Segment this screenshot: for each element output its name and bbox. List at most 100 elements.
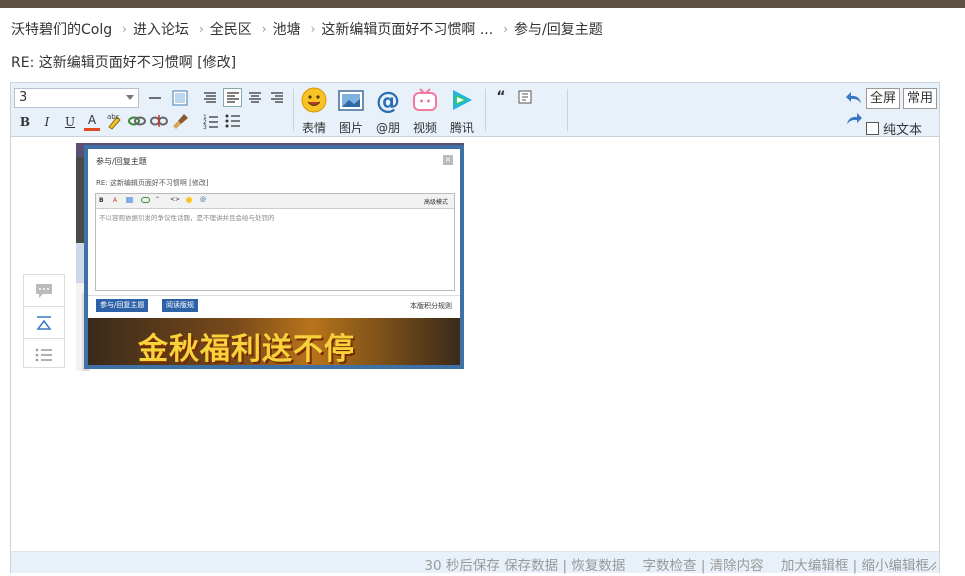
dialog-subject: RE: 这新编辑页面好不习惯啊 [修改] bbox=[96, 179, 209, 187]
breadcrumb-separator: › bbox=[261, 22, 267, 36]
svg-text:3: 3 bbox=[203, 124, 207, 129]
mention-label: @朋 bbox=[375, 121, 400, 135]
brush-icon bbox=[173, 114, 188, 129]
link-icon bbox=[128, 116, 146, 126]
align-left-button[interactable] bbox=[202, 90, 218, 106]
toolbar-divider bbox=[293, 89, 294, 131]
align-justify-icon bbox=[249, 92, 261, 103]
back-to-top-tool[interactable] bbox=[24, 307, 64, 339]
align-left-icon bbox=[204, 92, 216, 103]
tv-icon bbox=[413, 88, 437, 111]
resize-grip-icon[interactable] bbox=[927, 561, 937, 571]
dialog-smiley-icon bbox=[186, 197, 192, 203]
code-button[interactable] bbox=[517, 89, 533, 105]
dialog-points-rules-link: 本版积分规则 bbox=[410, 302, 452, 310]
mention-button[interactable]: @ @朋 bbox=[371, 87, 405, 135]
restore-data-link[interactable]: 恢复数据 bbox=[571, 558, 625, 574]
post-subject: RE: 这新编辑页面好不习惯啊 [修改] bbox=[11, 55, 237, 71]
clear-content-link[interactable]: 清除内容 bbox=[710, 558, 764, 574]
unlink-button[interactable] bbox=[150, 112, 168, 130]
align-right-button[interactable] bbox=[269, 90, 285, 106]
editor-status-bar: 30 秒后保存 保存数据 | 恢复数据 字数检查 | 清除内容 加大编辑框 | … bbox=[11, 551, 939, 574]
breadcrumb-thread[interactable]: 这新编辑页面好不习惯啊 ... bbox=[321, 19, 493, 39]
breadcrumb-separator: › bbox=[198, 22, 204, 36]
align-right-icon bbox=[271, 92, 283, 103]
breadcrumb-home[interactable]: 沃特碧们的Colg bbox=[11, 19, 112, 39]
dialog-advanced-link: 高级模式 bbox=[423, 199, 448, 206]
word-count-link[interactable]: 字数检查 bbox=[643, 558, 697, 574]
tencent-video-button[interactable]: 腾讯 bbox=[445, 87, 479, 135]
plain-text-checkbox[interactable] bbox=[866, 122, 879, 135]
align-justify-button[interactable] bbox=[247, 90, 263, 106]
quote-button[interactable]: “ bbox=[493, 89, 509, 105]
dialog-title: 参与/回复主题 bbox=[96, 157, 147, 166]
plain-text-toggle[interactable]: 纯文本 bbox=[866, 119, 922, 138]
breadcrumb-board[interactable]: 池塘 bbox=[273, 19, 301, 39]
common-button[interactable]: 常用 bbox=[903, 88, 938, 109]
smiley-label: 表情 bbox=[301, 121, 326, 135]
undo-icon bbox=[846, 92, 861, 103]
plain-text-label: 纯文本 bbox=[883, 123, 923, 138]
chevron-down-icon bbox=[126, 95, 134, 100]
image-button[interactable]: 图片 bbox=[334, 87, 368, 135]
insert-link-button[interactable] bbox=[128, 112, 146, 130]
breadcrumb-forum[interactable]: 进入论坛 bbox=[133, 19, 189, 39]
toolbar-divider bbox=[485, 89, 486, 131]
status-separator: | bbox=[562, 558, 568, 574]
unordered-list-icon bbox=[225, 114, 240, 128]
table-icon bbox=[172, 90, 188, 106]
top-bar bbox=[0, 0, 965, 8]
breadcrumb-zone[interactable]: 全民区 bbox=[210, 19, 252, 39]
enlarge-editor-link[interactable]: 加大编辑框 bbox=[781, 558, 849, 574]
autosave-countdown: 30 秒后保存 bbox=[424, 558, 500, 574]
banner-text: 金秋福利送不停 bbox=[138, 332, 355, 365]
align-center-button[interactable] bbox=[223, 88, 242, 107]
clear-format-button[interactable] bbox=[172, 111, 190, 131]
redo-icon bbox=[847, 113, 862, 124]
svg-text:@: @ bbox=[376, 87, 400, 113]
font-size-select[interactable]: 3 bbox=[14, 88, 139, 108]
editor-content-area[interactable]: 参与/回复主题 × RE: 这新编辑页面好不习惯啊 [修改] B A “ <> … bbox=[11, 137, 939, 551]
dialog-quote-icon: “ bbox=[156, 196, 160, 203]
underline-button[interactable]: U bbox=[62, 113, 78, 131]
spellcheck-button[interactable]: abc bbox=[106, 112, 124, 130]
save-data-link[interactable]: 保存数据 bbox=[504, 558, 558, 574]
align-center-icon bbox=[226, 91, 239, 103]
back-to-top-icon bbox=[36, 315, 52, 330]
comment-icon bbox=[36, 283, 52, 298]
italic-button[interactable]: I bbox=[39, 113, 55, 131]
dialog-editor: B A “ <> @ 高级模式 不以容观依据引发的争议性话题，是不理讲并且会给与… bbox=[95, 193, 455, 291]
dialog-promo-banner: 金秋福利送不停 bbox=[88, 318, 460, 365]
highlighter-icon: abc bbox=[107, 113, 121, 130]
breadcrumb-current: 参与/回复主题 bbox=[514, 22, 603, 38]
dialog-image-icon bbox=[126, 197, 133, 203]
shrink-editor-link[interactable]: 缩小编辑框 bbox=[862, 558, 930, 574]
table-button[interactable] bbox=[171, 89, 189, 107]
dialog-divider bbox=[88, 295, 460, 296]
dialog-placeholder: 不以容观依据引发的争议性话题，是不理讲并且会给与处罚的 bbox=[99, 214, 275, 222]
unordered-list-button[interactable] bbox=[224, 112, 242, 130]
video-button[interactable]: 视频 bbox=[408, 87, 442, 135]
horizontal-rule-button[interactable] bbox=[147, 90, 163, 106]
comment-tool[interactable] bbox=[24, 275, 64, 307]
code-block-icon bbox=[518, 90, 532, 104]
svg-text:abc: abc bbox=[107, 113, 120, 121]
horizontal-rule-icon bbox=[149, 97, 161, 99]
ordered-list-button[interactable]: 123 bbox=[202, 112, 220, 130]
dialog-at-icon: @ bbox=[200, 196, 206, 203]
dialog-code-icon: <> bbox=[170, 196, 181, 203]
redo-button[interactable] bbox=[845, 111, 863, 127]
close-icon: × bbox=[443, 155, 453, 165]
status-separator: | bbox=[852, 558, 858, 574]
undo-button[interactable] bbox=[845, 90, 863, 106]
font-color-button[interactable]: A bbox=[84, 111, 100, 131]
dialog-toolbar: B A “ <> @ 高级模式 bbox=[96, 194, 454, 209]
font-size-value: 3 bbox=[19, 90, 28, 105]
list-icon bbox=[35, 348, 52, 361]
list-view-tool[interactable] bbox=[24, 339, 64, 370]
bold-button[interactable]: B bbox=[17, 113, 33, 131]
image-label: 图片 bbox=[338, 121, 363, 135]
smiley-button[interactable]: 表情 bbox=[297, 87, 331, 135]
embedded-reply-dialog: 参与/回复主题 × RE: 这新编辑页面好不习惯啊 [修改] B A “ <> … bbox=[84, 145, 464, 369]
fullscreen-button[interactable]: 全屏 bbox=[866, 88, 901, 109]
